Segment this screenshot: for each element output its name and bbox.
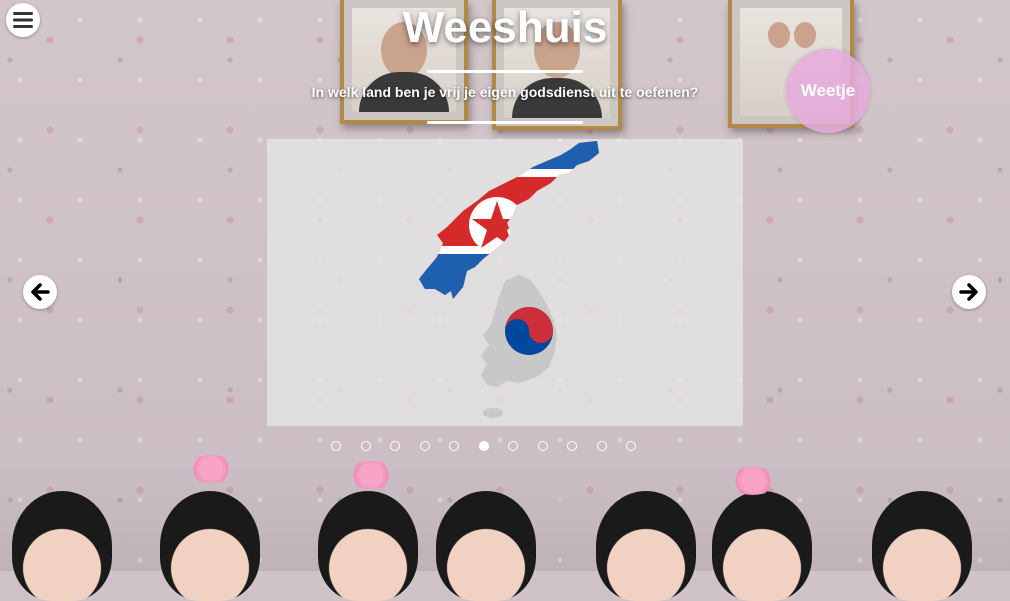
- pagination-dot[interactable]: [331, 441, 341, 451]
- pagination-dot[interactable]: [508, 441, 518, 451]
- pagination-dot[interactable]: [567, 441, 577, 451]
- pagination-dot[interactable]: [390, 441, 400, 451]
- fact-button[interactable]: Weetje: [786, 49, 870, 133]
- title-divider: [427, 70, 583, 73]
- pagination-dot[interactable]: [626, 441, 636, 451]
- pagination-dot[interactable]: [478, 441, 489, 451]
- pagination-dots: [331, 441, 636, 451]
- pagination-dot[interactable]: [449, 441, 459, 451]
- pagination-dot[interactable]: [537, 441, 548, 451]
- arrow-right-icon: [959, 283, 978, 301]
- pagination-dot[interactable]: [596, 441, 607, 451]
- page-title: Weeshuis: [402, 3, 608, 52]
- question-divider: [427, 121, 583, 124]
- pagination-dot[interactable]: [419, 441, 430, 451]
- children-photo-strip: [0, 455, 1010, 601]
- taeguk-emblem: [505, 307, 553, 355]
- previous-button[interactable]: [23, 275, 57, 309]
- pagination-dot[interactable]: [360, 441, 371, 451]
- next-button[interactable]: [952, 275, 986, 309]
- korea-map: [419, 141, 599, 418]
- arrow-left-icon: [31, 283, 50, 301]
- map-panel: [267, 139, 743, 426]
